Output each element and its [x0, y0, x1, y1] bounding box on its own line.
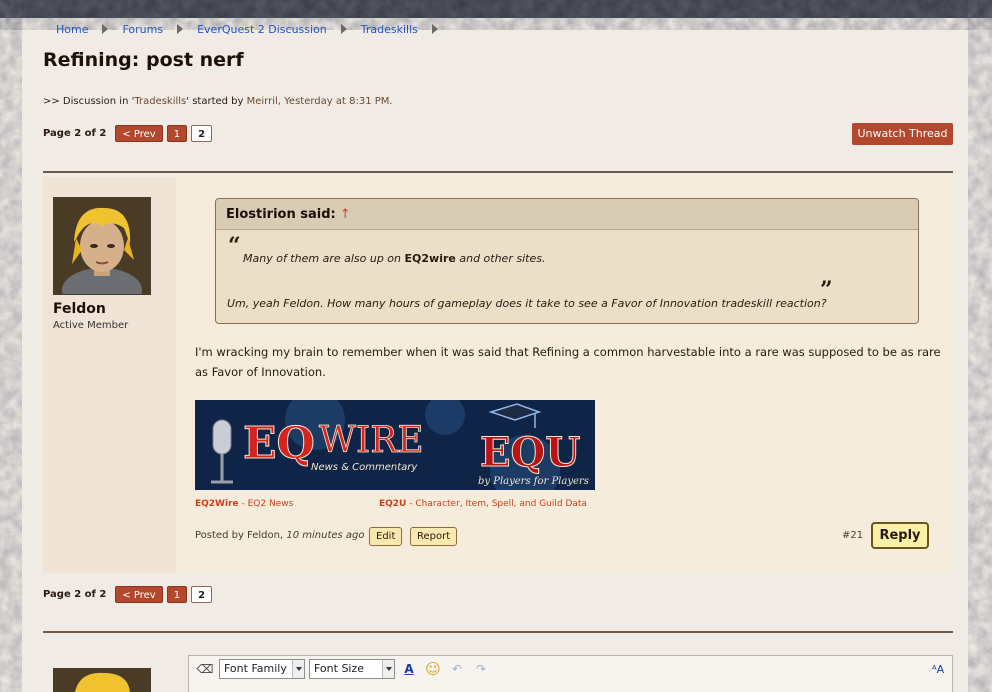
quote-line-1-suffix: and other sites. [455, 252, 546, 265]
quote-block: Elostirion said: ↑ “ Many of them are al… [215, 198, 919, 324]
quote-jump-arrow-icon[interactable]: ↑ [340, 207, 351, 222]
chevron-down-icon [292, 660, 304, 678]
post-body: I'm wracking my brain to remember when i… [195, 342, 945, 382]
avatar[interactable] [53, 668, 151, 692]
quote-header: Elostirion said: ↑ [216, 199, 918, 230]
prev-page-button[interactable]: < Prev [115, 125, 163, 142]
breadcrumb-arrow-icon[interactable] [102, 24, 109, 34]
page-2-current[interactable]: 2 [191, 125, 213, 142]
report-button[interactable]: Report [410, 527, 458, 546]
banner-wire-text: WIRE [319, 420, 424, 461]
post-body-line-1: I'm wracking my brain to remember when i… [195, 345, 941, 359]
avatar-portrait-icon [54, 198, 150, 294]
meta-forum-link[interactable]: Tradeskills [134, 96, 186, 107]
quote-line-1-prefix: Many of them are also up on [243, 252, 405, 265]
quote-line-2: Um, yeah Feldon. How many hours of gamep… [227, 297, 827, 310]
quote-author: Elostirion said: [226, 206, 336, 222]
breadcrumb-arrow-icon[interactable] [340, 24, 347, 34]
post-author-panel: Feldon Active Member [43, 177, 176, 573]
breadcrumb-everquest2-discussion[interactable]: EverQuest 2 Discussion [197, 23, 327, 36]
eraser-icon[interactable]: ⌫ [195, 659, 215, 679]
signature-banner-image: EQ WIRE News & Commentary EQU by Players… [195, 400, 595, 490]
banner-players-text: by Players for Players [478, 476, 589, 487]
avatar-portrait-icon [54, 669, 150, 692]
font-size-select[interactable]: Font Size [309, 659, 395, 679]
post-number[interactable]: #21 [842, 530, 863, 541]
prev-page-button[interactable]: < Prev [115, 586, 163, 603]
chevron-down-icon [382, 660, 394, 678]
page-1-button[interactable]: 1 [166, 586, 188, 603]
page-label: Page 2 of 2 [43, 128, 107, 139]
avatar[interactable] [53, 197, 151, 295]
breadcrumb-forums[interactable]: Forums [122, 23, 163, 36]
breadcrumb: Home Forums EverQuest 2 Discussion Trade… [56, 21, 452, 37]
thread-meta: >> Discussion in 'Tradeskills' started b… [43, 96, 393, 107]
pagination-top: Page 2 of 2 < Prev 1 2 [43, 125, 213, 142]
pagination-bottom: Page 2 of 2 < Prev 1 2 [43, 586, 213, 603]
font-family-select[interactable]: Font Family [219, 659, 305, 679]
text-color-icon[interactable]: A [399, 659, 419, 679]
font-size-label: Font Size [314, 662, 365, 675]
signature-eq2u: EQ2U - Character, Item, Spell, and Guild… [379, 499, 587, 509]
breadcrumb-tradeskills[interactable]: Tradeskills [361, 23, 418, 36]
meta-prefix: >> Discussion in ' [43, 96, 135, 107]
post-body-line-2: as Favor of Innovation. [195, 365, 326, 379]
page-1-button[interactable]: 1 [166, 125, 188, 142]
posted-time[interactable]: 10 minutes ago [286, 530, 364, 541]
thread-title: Refining: post nerf [43, 49, 244, 71]
eq2u-link[interactable]: EQ2U [379, 499, 406, 509]
eq2wire-link[interactable]: EQ2Wire [195, 499, 239, 509]
breadcrumb-arrow-icon[interactable] [177, 24, 184, 34]
meta-author-link[interactable]: Meirril [247, 96, 278, 107]
banner-eq-text: EQ [243, 418, 315, 469]
breadcrumb-arrow-icon[interactable] [431, 24, 438, 34]
quote-line-1-bold: EQ2wire [404, 252, 456, 265]
undo-icon[interactable]: ↶ [447, 659, 467, 679]
open-quote-icon: “ [228, 233, 241, 259]
edit-button[interactable]: Edit [369, 527, 403, 546]
page-label: Page 2 of 2 [43, 589, 107, 600]
banner-equ-text: EQU [480, 429, 580, 476]
post-author-name[interactable]: Feldon [53, 301, 106, 317]
post: Feldon Active Member Elostirion said: ↑ … [43, 177, 953, 573]
redo-icon[interactable]: ↷ [471, 659, 491, 679]
meta-mid: ' started by [186, 96, 247, 107]
eq2wire-desc: - EQ2 News [238, 499, 294, 509]
font-family-label: Font Family [224, 662, 287, 675]
unwatch-thread-button[interactable]: Unwatch Thread [852, 123, 953, 145]
signature-banner[interactable]: EQ WIRE News & Commentary EQU by Players… [195, 400, 595, 490]
post-author-title: Active Member [53, 320, 129, 331]
breadcrumb-home[interactable]: Home [56, 23, 88, 36]
page-2-current[interactable]: 2 [191, 586, 213, 603]
divider [43, 171, 953, 173]
reply-editor: ⌫ Font Family Font Size A ☺ ↶ ↷ ᴬA [188, 655, 953, 692]
divider [43, 631, 953, 633]
eq2u-desc: - Character, Item, Spell, and Guild Data [406, 499, 587, 509]
smiley-icon[interactable]: ☺ [423, 659, 443, 679]
font-style-icon[interactable]: ᴬA [928, 659, 948, 679]
signature-eq2wire: EQ2Wire - EQ2 News [195, 499, 293, 509]
posted-by: Posted by Feldon, [195, 530, 287, 541]
reply-button[interactable]: Reply [871, 522, 929, 549]
editor-toolbar: ⌫ Font Family Font Size A ☺ ↶ ↷ ᴬA [189, 656, 952, 682]
quote-line-1: Many of them are also up on EQ2wire and … [243, 252, 545, 265]
banner-news-text: News & Commentary [311, 462, 418, 473]
close-quote-icon: ” [820, 277, 833, 303]
meta-date[interactable]: , Yesterday at 8:31 PM. [278, 96, 393, 107]
post-timestamp: Posted by Feldon, 10 minutes ago [195, 530, 365, 541]
